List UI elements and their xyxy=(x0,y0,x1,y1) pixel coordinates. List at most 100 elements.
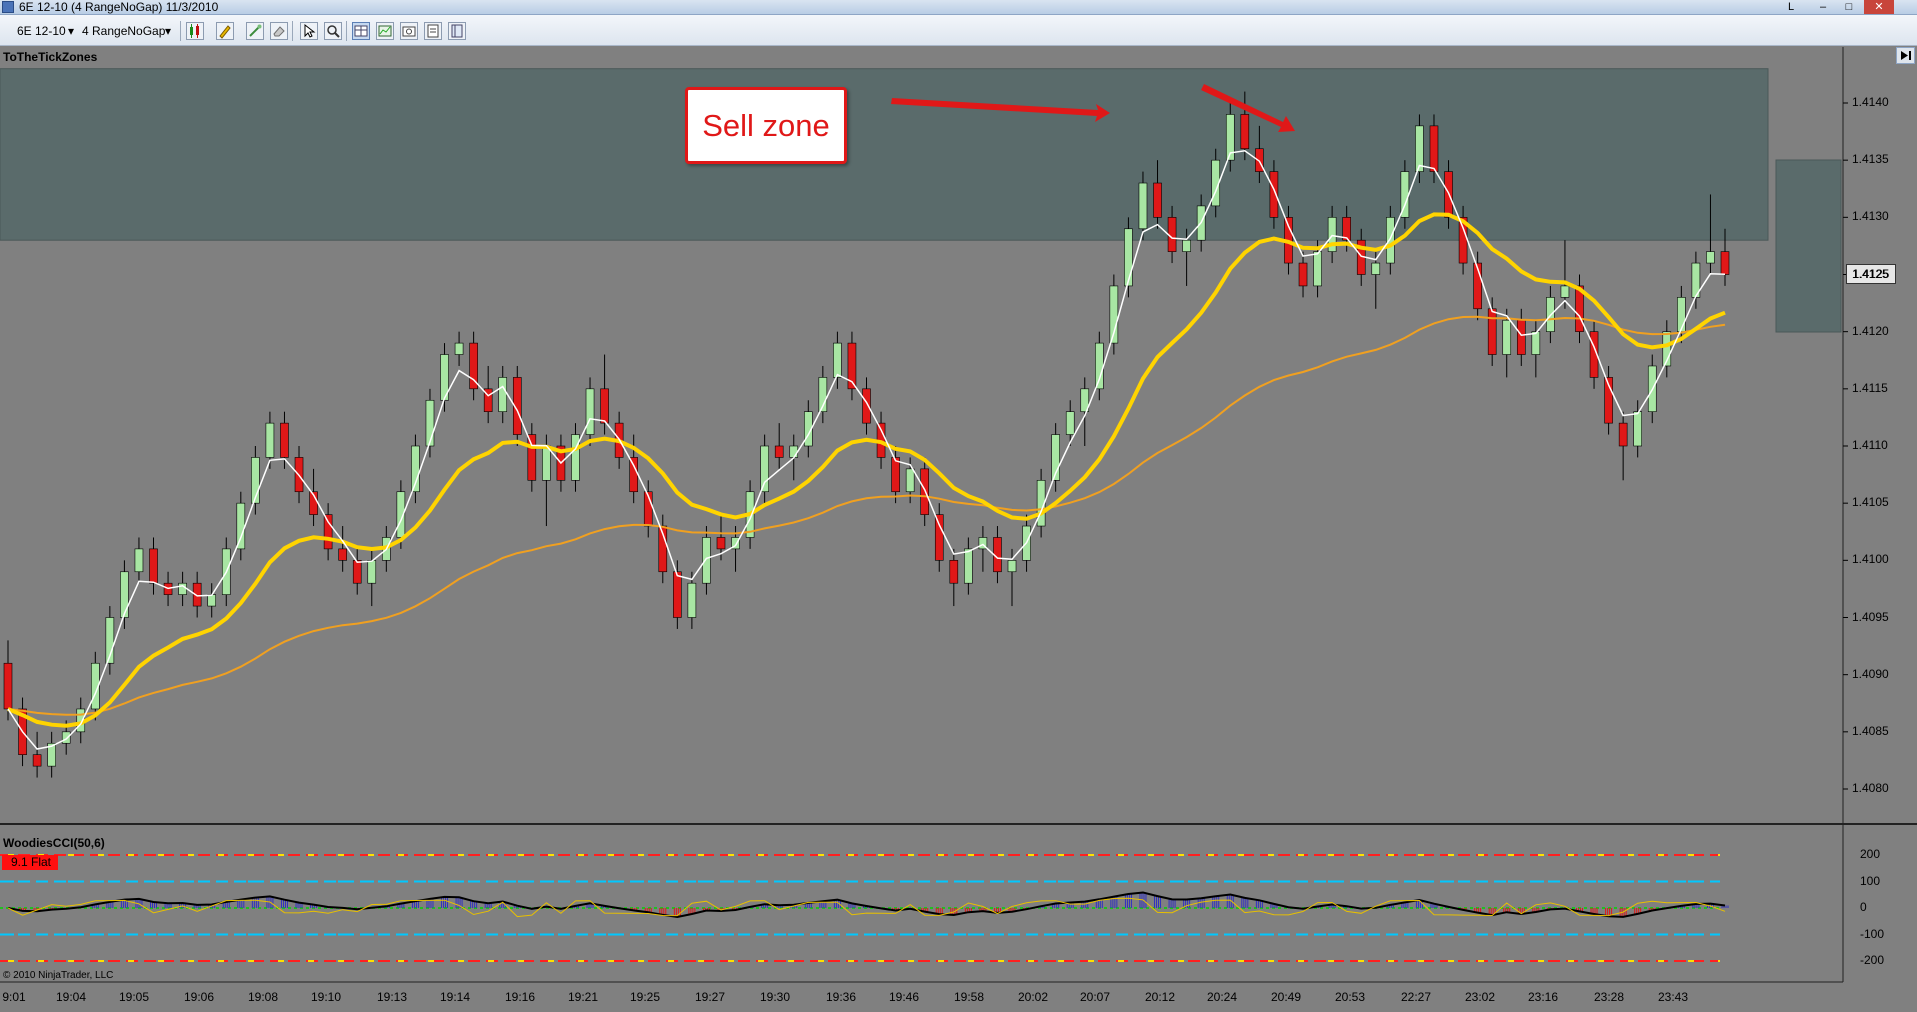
candle-down xyxy=(1298,262,1308,287)
candle-up xyxy=(1007,560,1017,573)
candle-up xyxy=(905,468,915,493)
cci-tick-label: 200 xyxy=(1860,847,1881,861)
candle-down xyxy=(1720,251,1730,275)
price-tick-label: 1.4135 xyxy=(1852,152,1889,167)
price-tick-label: 1.4120 xyxy=(1852,323,1889,338)
candle-up xyxy=(1138,182,1148,230)
candle-down xyxy=(352,560,362,584)
price-tick-label: 1.4140 xyxy=(1852,95,1889,109)
candle-down xyxy=(32,754,42,767)
candle-down xyxy=(1240,114,1250,150)
time-tick-label: 20:49 xyxy=(1270,990,1302,1004)
candle-up xyxy=(1531,331,1541,355)
time-tick-label: 19:36 xyxy=(825,990,857,1004)
time-tick-label: 20:53 xyxy=(1334,990,1366,1004)
time-tick-label: 19:30 xyxy=(759,990,791,1004)
time-tick-label: 23:43 xyxy=(1657,990,1689,1004)
candle-up xyxy=(964,548,973,584)
candle-up xyxy=(1706,251,1715,264)
time-tick-label: 22:27 xyxy=(1400,990,1432,1004)
time-tick-label: 19:14 xyxy=(439,990,471,1004)
candle-down xyxy=(1429,125,1439,172)
time-tick-label: 19:46 xyxy=(888,990,920,1004)
price-tick-label: 1.4125 xyxy=(1852,266,1889,281)
indicator-title: WoodiesCCI(50,6) xyxy=(3,836,105,850)
time-tick-label: 19:06 xyxy=(183,990,215,1004)
time-tick-label: 23:16 xyxy=(1527,990,1559,1004)
candle-down xyxy=(527,434,537,481)
sell-zone-callout: Sell zone xyxy=(685,87,847,164)
price-tick-label: 1.4110 xyxy=(1852,438,1888,452)
candle-up xyxy=(1560,285,1570,298)
candle-up xyxy=(1313,251,1322,287)
candle-up xyxy=(1415,125,1424,172)
time-tick-label: 19:25 xyxy=(629,990,661,1004)
candle-up xyxy=(833,342,842,378)
candle-down xyxy=(673,571,682,618)
time-tick-label: 19:13 xyxy=(376,990,408,1004)
time-tick-label: 23:28 xyxy=(1593,990,1625,1004)
candle-up xyxy=(1633,411,1642,447)
copyright-text: © 2010 NinjaTrader, LLC xyxy=(3,970,114,981)
candle-up xyxy=(542,445,551,481)
candle-up xyxy=(702,537,711,584)
candle-up xyxy=(1124,228,1133,287)
price-tick-label: 1.4080 xyxy=(1852,781,1889,795)
price-tick-label: 1.4090 xyxy=(1852,666,1889,681)
candle-up xyxy=(1502,319,1512,355)
candle-up xyxy=(265,422,275,458)
candle-down xyxy=(1487,308,1497,355)
time-tick-label: 19:27 xyxy=(694,990,726,1004)
indicator-panel xyxy=(0,826,1843,982)
candle-down xyxy=(862,388,871,424)
scroll-right-button[interactable] xyxy=(1896,47,1915,64)
candle-down xyxy=(280,422,289,458)
cci-tick-label: 0 xyxy=(1860,900,1867,914)
sell-zone-rect xyxy=(0,68,1769,241)
candle-up xyxy=(61,731,71,744)
time-tick-label: 19:21 xyxy=(567,990,599,1004)
price-chart[interactable] xyxy=(0,0,1917,1012)
candle-down xyxy=(149,548,158,584)
candle-down xyxy=(629,457,638,493)
time-tick-label: 19:08 xyxy=(247,990,279,1004)
candle-up xyxy=(178,582,187,595)
candle-up xyxy=(236,502,246,550)
cci-status-badge: 9.1 Flat xyxy=(2,855,58,870)
candle-up xyxy=(1182,239,1191,252)
time-tick-label: 20:07 xyxy=(1079,990,1111,1004)
candle-up xyxy=(498,377,508,412)
candle-down xyxy=(920,468,930,515)
candle-down xyxy=(934,514,944,561)
candle-up xyxy=(789,445,799,458)
candle-up xyxy=(367,560,377,584)
candle-up xyxy=(425,399,435,447)
candle-up xyxy=(585,388,595,435)
price-tick-label: 1.4095 xyxy=(1852,609,1889,624)
candle-up xyxy=(207,594,217,607)
price-tick-label: 1.4100 xyxy=(1852,552,1889,567)
candle-up xyxy=(454,342,464,355)
candle-up xyxy=(1095,342,1104,390)
candle-down xyxy=(949,560,959,584)
candle-up xyxy=(120,571,129,618)
candle-down xyxy=(1516,319,1526,355)
candle-down xyxy=(1618,422,1628,447)
panel-title: ToTheTickZones xyxy=(3,50,98,64)
candle-up xyxy=(134,548,144,573)
time-tick-label: 20:02 xyxy=(1017,990,1049,1004)
candle-up xyxy=(760,445,769,493)
candle-down xyxy=(774,445,784,458)
candle-up xyxy=(1065,411,1075,435)
price-tick-label: 1.4130 xyxy=(1852,209,1889,224)
candle-down xyxy=(716,537,726,550)
cci-tick-label: -100 xyxy=(1860,926,1885,941)
time-tick-label: 19:16 xyxy=(504,990,536,1004)
time-tick-label: 19:58 xyxy=(953,990,985,1004)
candle-up xyxy=(687,582,697,618)
candle-down xyxy=(1153,182,1162,218)
time-tick-label: 9:01 xyxy=(2,990,26,1004)
time-tick-label: 19:10 xyxy=(310,990,342,1004)
price-tick-label: 1.4085 xyxy=(1852,723,1889,738)
skip-end-icon xyxy=(1901,51,1911,60)
